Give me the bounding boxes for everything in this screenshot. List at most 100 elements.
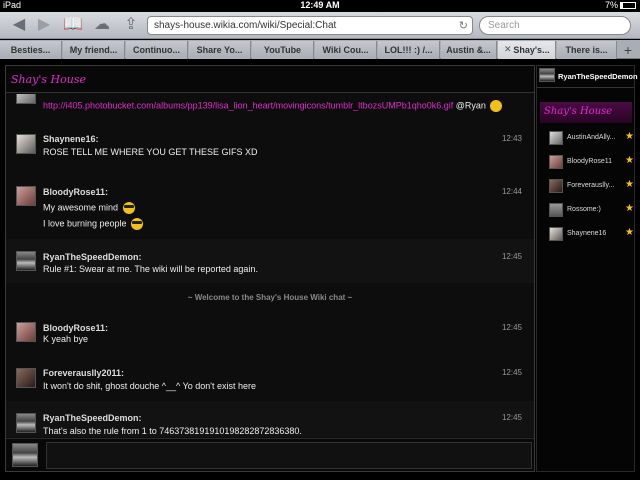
message-username[interactable]: RyanTheSpeedDemon:: [43, 413, 142, 423]
rail-wiki-title[interactable]: Shay's House: [540, 102, 632, 123]
wiki-wordmark[interactable]: Shay's House: [11, 73, 86, 86]
user-name: Rossome:): [567, 206, 601, 213]
message-text: My awesome mind: [43, 202, 135, 214]
message-item: Foreverauslly2011: 12:45 It won't do shi…: [6, 356, 534, 400]
message-item: RyanTheSpeedDemon: 12:45 That's also the…: [6, 401, 534, 437]
tab-active[interactable]: ✕ Shay's...: [498, 41, 556, 59]
star-icon: ★: [625, 179, 634, 190]
user-name: Foreverauslly...: [567, 182, 615, 189]
message-item: BloodyRose11: 12:45 K yeah bye: [6, 312, 534, 352]
message-text: ROSE TELL ME WHERE YOU GET THESE GIFS XD: [43, 147, 258, 157]
welcome-message: ~ Welcome to the Shay's House Wiki chat …: [187, 293, 353, 302]
message-text: Rule #1: Swear at me. The wiki will be r…: [43, 264, 258, 274]
cool-emoji-icon: [131, 218, 144, 230]
avatar: [549, 131, 563, 145]
message-time: 12:45: [501, 413, 522, 422]
icloud-icon[interactable]: ☁: [91, 16, 113, 34]
avatar: [549, 179, 563, 193]
user-list-item[interactable]: AustinAndAlly... ★: [549, 131, 635, 147]
message-time: 12:43: [501, 134, 522, 143]
ios-status-bar: iPad 12:49 AM 7%: [0, 0, 640, 12]
avatar[interactable]: [16, 251, 36, 271]
smile-emoji-icon: [490, 100, 503, 112]
tab-2[interactable]: My friend...: [63, 41, 125, 59]
avatar: [549, 203, 563, 217]
avatar[interactable]: [16, 186, 36, 206]
message-item: Shaynene16: 12:43 ROSE TELL ME WHERE YOU…: [6, 126, 534, 168]
star-icon: ★: [625, 155, 634, 166]
chat-header: Shay's House: [6, 66, 534, 93]
tab-5[interactable]: YouTube: [252, 41, 314, 59]
message-composer: [6, 438, 534, 471]
message-text: K yeah bye: [43, 334, 89, 344]
new-tab-button[interactable]: +: [618, 41, 638, 59]
battery-icon: [620, 2, 636, 10]
star-icon: ★: [625, 227, 634, 238]
forward-icon[interactable]: ▶: [33, 16, 55, 34]
tab-8[interactable]: Austin &...: [441, 41, 497, 59]
message-list[interactable]: http://i405.photobucket.com/albums/pp139…: [6, 94, 534, 437]
message-time: 12:45: [501, 252, 522, 261]
current-user[interactable]: RyanTheSpeedDemon: [537, 66, 638, 88]
avatar: [539, 68, 555, 82]
message-item: RyanTheSpeedDemon: 12:45 Rule #1: Swear …: [6, 239, 534, 283]
tab-3[interactable]: Continuo...: [126, 41, 188, 59]
user-list-item[interactable]: Shaynene16 ★: [549, 227, 635, 243]
browser-toolbar: ◀ ▶ 📖 ☁ ⇪ shays-house.wikia.com/wiki/Spe…: [0, 12, 640, 39]
page-content: Shay's House http://i405.photobucket.com…: [0, 60, 640, 480]
message-username[interactable]: BloodyRose11:: [43, 187, 108, 197]
message-time: 12:44: [501, 187, 522, 196]
message-username[interactable]: BloodyRose11:: [43, 323, 108, 333]
tab-bar: Besties... My friend... Continuo... Shar…: [0, 40, 640, 59]
message-time: 12:45: [501, 323, 522, 332]
bookmarks-icon[interactable]: 📖: [62, 16, 84, 34]
avatar[interactable]: [16, 322, 36, 342]
mention: @Ryan: [455, 100, 486, 111]
close-tab-icon[interactable]: ✕: [504, 44, 512, 55]
user-list-item[interactable]: BloodyRose11 ★: [549, 155, 635, 171]
message-text: I love burning people: [43, 218, 144, 230]
user-list-item[interactable]: Rossome:) ★: [549, 203, 635, 219]
message-text: It won't do shit, ghost douche ^__^ Yo d…: [43, 381, 257, 391]
tab-1[interactable]: Besties...: [0, 41, 62, 59]
cool-emoji-icon: [122, 202, 135, 214]
message-item: BloodyRose11: 12:44 My awesome mind I lo…: [6, 176, 534, 236]
battery-indicator: 7%: [605, 0, 636, 10]
message-input[interactable]: [46, 442, 532, 469]
search-placeholder: Search: [488, 20, 520, 31]
message-time: 12:45: [501, 368, 522, 377]
message-item: http://i405.photobucket.com/albums/pp139…: [6, 94, 534, 119]
user-name: AustinAndAlly...: [567, 134, 616, 141]
avatar[interactable]: [16, 368, 36, 388]
avatar[interactable]: [16, 134, 36, 154]
message-username[interactable]: Foreverauslly2011:: [43, 368, 124, 378]
avatar[interactable]: [16, 94, 36, 104]
user-name: Shaynene16: [567, 230, 607, 237]
current-username: RyanTheSpeedDemon: [558, 72, 638, 81]
message-text: That's also the rule from 1 to 746373819…: [43, 426, 302, 436]
message-username[interactable]: Shaynene16:: [43, 134, 99, 144]
user-list-item[interactable]: Foreverauslly... ★: [549, 179, 635, 195]
tab-6[interactable]: Wiki Cou...: [315, 41, 377, 59]
back-icon[interactable]: ◀: [8, 16, 30, 34]
url-bar[interactable]: shays-house.wikia.com/wiki/Special:Chat …: [147, 16, 473, 35]
tab-4[interactable]: Share Yo...: [189, 41, 251, 59]
clock: 12:49 AM: [300, 0, 340, 10]
message-username[interactable]: RyanTheSpeedDemon:: [43, 252, 142, 262]
my-avatar: [12, 443, 38, 467]
message-text: http://i405.photobucket.com/albums/pp139…: [43, 100, 503, 112]
chat-window: Shay's House http://i405.photobucket.com…: [5, 65, 535, 472]
avatar: [549, 227, 563, 241]
share-icon[interactable]: ⇪: [120, 16, 142, 34]
user-name: BloodyRose11: [567, 158, 613, 165]
tab-10[interactable]: There is...: [557, 41, 617, 59]
gif-link[interactable]: http://i405.photobucket.com/albums/pp139…: [43, 100, 453, 110]
user-rail: RyanTheSpeedDemon Shay's House AustinAnd…: [536, 65, 638, 472]
avatar: [549, 155, 563, 169]
avatar[interactable]: [16, 413, 36, 433]
reload-icon[interactable]: ↻: [459, 19, 468, 32]
tab-7[interactable]: LOL!!! :) /...: [378, 41, 440, 59]
search-field[interactable]: Search: [479, 16, 631, 35]
url-text: shays-house.wikia.com/wiki/Special:Chat: [154, 20, 337, 31]
star-icon: ★: [625, 203, 634, 214]
